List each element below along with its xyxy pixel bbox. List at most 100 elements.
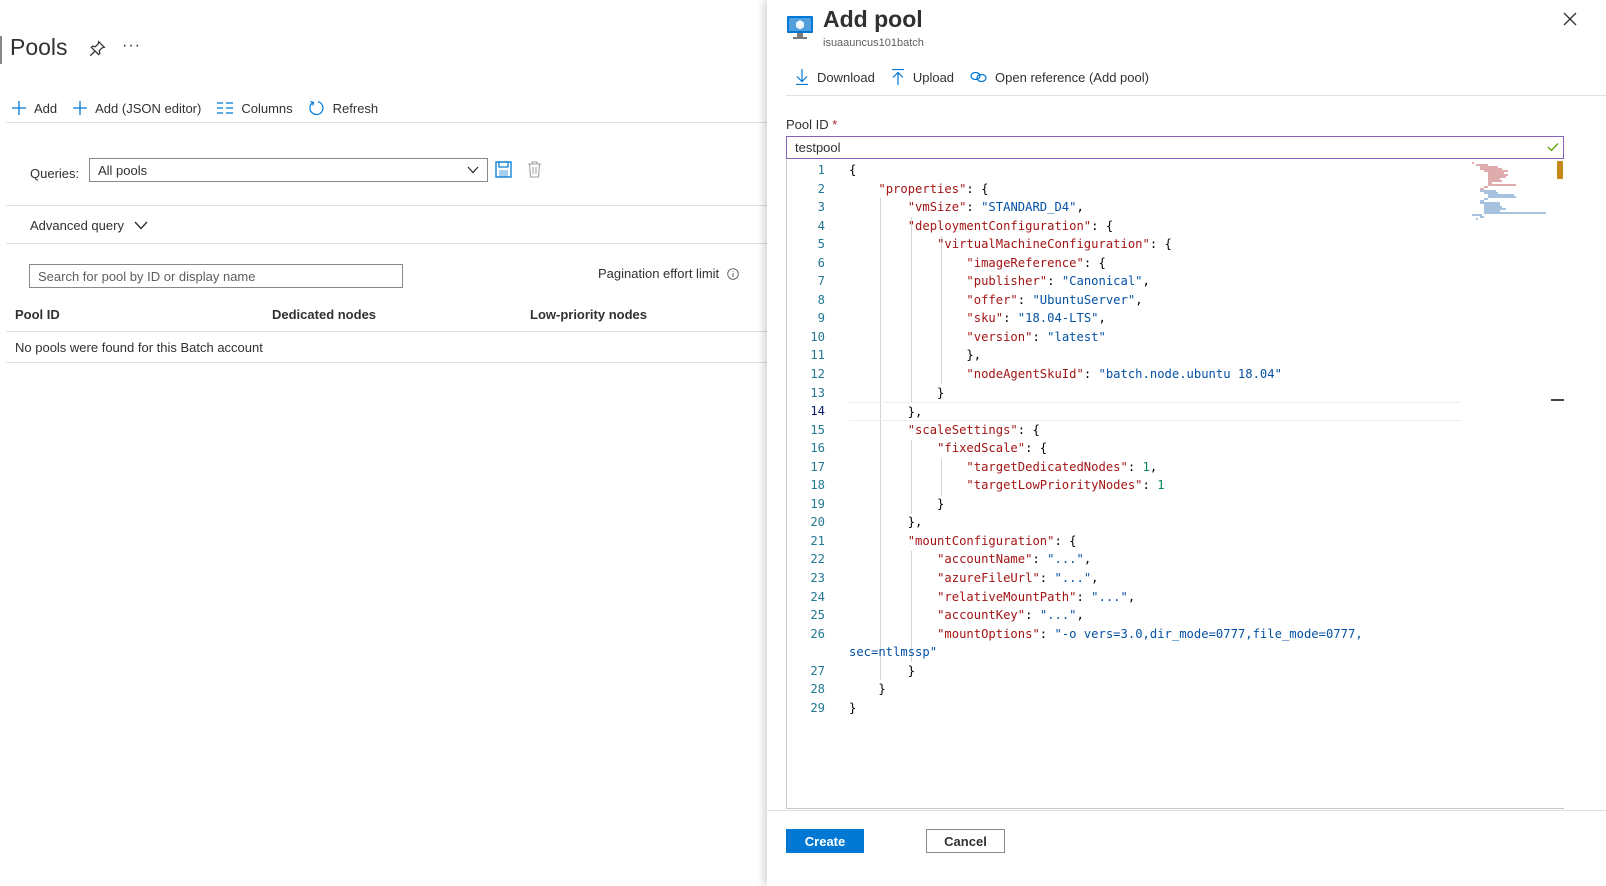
line-number: 9 [817,311,825,326]
download-icon [796,69,808,85]
line-number: 25 [810,608,825,623]
cancel-button[interactable]: Cancel [926,829,1005,853]
add-button[interactable]: Add [12,101,57,116]
code-token: "targetDedicatedNodes" [966,459,1128,474]
save-icon[interactable] [495,161,512,178]
code-line: "publisher": "Canonical", [849,272,1489,291]
code-line: "targetLowPriorityNodes": 1 [849,476,1489,495]
code-line: "properties": { [849,180,1489,199]
add-json-editor-button[interactable]: Add (JSON editor) [73,101,201,116]
code-token: , [1091,571,1099,586]
code-token: "accountKey" [937,608,1026,623]
column-header-dedicated-nodes[interactable]: Dedicated nodes [272,307,376,322]
code-token: "publisher" [966,274,1048,289]
code-token: , [1127,589,1136,604]
pagination-effort-limit: Pagination effort limit [598,266,739,281]
page-title: Pools [10,34,68,60]
code-token: : { [1149,237,1172,252]
panel-subtitle: isuaauncus101batch [823,37,924,49]
code-line: }, [849,513,1489,532]
code-token: "scaleSettings" [907,422,1018,437]
code-token: , [1135,292,1143,307]
pool-id-input[interactable] [786,136,1564,159]
line-number: 24 [810,589,825,604]
line-number: 13 [810,385,825,400]
column-header-pool-id[interactable]: Pool ID [15,307,60,322]
open-reference-button[interactable]: Open reference (Add pool) [970,70,1149,85]
columns-icon [217,102,234,114]
code-line: } [849,384,1489,403]
close-icon[interactable] [1563,12,1577,26]
advanced-query-toggle[interactable]: Advanced query [30,218,148,233]
code-token: : [1076,589,1092,604]
line-number-gutter: 1 2 3 4 5 6 7 8 9 10 11 12 13 14 15 16 17 18 19 20 21 22 23 24 2… [787,161,825,717]
upload-icon [891,69,904,85]
line-number: 28 [810,682,825,697]
info-icon[interactable] [727,267,739,280]
line-number: 18 [810,478,825,493]
search-input[interactable] [29,264,403,288]
line-number: 14 [810,404,825,419]
code-token: "fixedScale" [937,441,1026,456]
columns-label: Columns [241,100,293,116]
refresh-button[interactable]: Refresh [308,100,378,116]
code-token: "-o vers=3.0,dir_mode=0777,file_mode=077… [1054,626,1363,641]
code-token: , [1142,274,1150,289]
line-number: 26 [810,626,825,641]
code-area[interactable]: { "properties": { "vmSize": "STANDARD_D4… [849,161,1489,717]
line-number: 15 [810,422,825,437]
code-token: "version" [966,329,1033,344]
line-number: 20 [810,515,825,530]
json-editor[interactable]: 1 2 3 4 5 6 7 8 9 10 11 12 13 14 15 16 17 18 19 20 21 22 23 24 2… [786,159,1564,809]
columns-button[interactable]: Columns [217,100,293,116]
line-number [787,643,825,662]
minimap[interactable] [1470,161,1550,221]
code-token: "..." [1054,571,1092,586]
code-token: } [849,496,945,511]
code-token: "batch.node.ubuntu 18.04" [1098,367,1282,382]
code-token: : [1003,311,1018,326]
queries-dropdown[interactable]: All pools [89,158,488,182]
plus-icon [73,101,88,115]
pin-icon[interactable] [88,40,106,58]
code-token: "relativeMountPath" [937,589,1077,604]
code-line: } [849,680,1489,699]
scrollbar-thumb[interactable] [1557,161,1563,179]
code-token: : [1039,571,1055,586]
column-header-low-priority-nodes[interactable]: Low-priority nodes [530,307,647,322]
code-line: "scaleSettings": { [849,421,1489,440]
advanced-query-label: Advanced query [30,218,124,233]
divider [6,122,785,123]
code-token: : [1047,274,1062,289]
line-number: 10 [810,329,825,344]
code-token: : [966,200,982,215]
upload-label: Upload [912,69,955,85]
line-number: 21 [810,533,825,548]
code-line: "sku": "18.04-LTS", [849,309,1489,328]
code-token: } [849,663,916,678]
divider [6,362,785,363]
code-token: }, [849,515,923,530]
download-button[interactable]: Download [795,69,875,85]
delete-icon[interactable] [527,161,542,178]
code-token: "imageReference" [966,255,1084,270]
line-number: 22 [810,552,825,567]
divider [6,243,785,244]
code-token: "Canonical" [1061,274,1143,289]
code-token: : { [1025,441,1048,456]
upload-button[interactable]: Upload [891,69,954,85]
queries-selected-value: All pools [98,162,148,178]
code-line: "fixedScale": { [849,439,1489,458]
more-options-icon[interactable]: ··· [122,37,141,55]
open-reference-label: Open reference (Add pool) [995,69,1149,85]
code-token: 1 [1142,459,1150,474]
create-button[interactable]: Create [786,829,864,853]
code-token: , [1076,200,1084,215]
